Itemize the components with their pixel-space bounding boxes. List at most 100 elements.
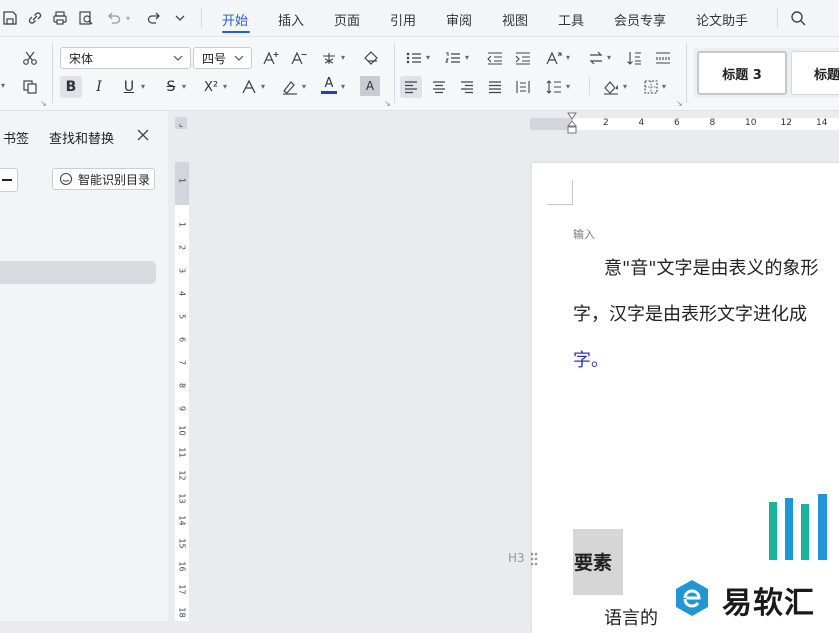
doc-paragraph-line[interactable]: 语言的 — [604, 604, 658, 630]
tab-view[interactable]: 视图 — [502, 10, 528, 29]
increase-font-size-icon[interactable] — [260, 47, 282, 69]
drag-handle-icon[interactable] — [529, 551, 539, 567]
numbering-dropdown-icon[interactable]: ▾ — [465, 53, 469, 62]
paragraph-launcher-icon[interactable]: ↘ — [676, 99, 683, 108]
distributed-align-button[interactable] — [512, 76, 534, 98]
tab-bookmarks[interactable]: 书签 — [3, 128, 29, 147]
increase-indent-icon[interactable] — [512, 47, 534, 69]
input-hint-label: 输入 — [573, 228, 595, 241]
text-direction-icon[interactable] — [543, 47, 565, 69]
vertical-ruler-tick: 9 — [177, 405, 187, 412]
copy-icon[interactable] — [19, 76, 41, 98]
sort-dropdown-icon[interactable]: ▾ — [607, 53, 611, 62]
doc-heading[interactable]: 要素 — [574, 548, 612, 575]
vertical-ruler-tick: 16 — [177, 561, 187, 572]
tab-home[interactable]: 开始 — [222, 10, 248, 29]
tab-review[interactable]: 审阅 — [446, 10, 472, 29]
undo-icon[interactable] — [104, 8, 124, 28]
borders-dropdown-icon[interactable]: ▾ — [662, 82, 666, 91]
shading-icon[interactable] — [600, 76, 622, 98]
tab-page[interactable]: 页面 — [334, 10, 360, 29]
font-name-value: 宋体 — [69, 51, 94, 66]
save-icon[interactable] — [0, 8, 20, 28]
doc-paragraph-line[interactable]: 字。 — [573, 346, 609, 372]
justify-button[interactable] — [484, 76, 506, 98]
undo-dropdown-icon[interactable]: ▾ — [126, 14, 130, 23]
font-color-button[interactable]: A — [318, 74, 340, 96]
text-direction-dropdown-icon[interactable]: ▾ — [566, 53, 570, 62]
chevron-down-icon — [234, 55, 244, 61]
align-center-button[interactable] — [428, 76, 450, 98]
phonetic-guide-icon[interactable] — [318, 47, 340, 69]
character-shading-button[interactable]: A — [360, 76, 380, 96]
align-right-button[interactable] — [456, 76, 478, 98]
style-heading3-label: 标题 3 — [722, 67, 762, 83]
style-heading-card[interactable]: 标题 — [791, 51, 839, 95]
underline-dropdown-icon[interactable]: ▾ — [141, 82, 145, 91]
tab-insert[interactable]: 插入 — [278, 10, 304, 29]
align-left-button[interactable] — [400, 76, 422, 98]
text-effect-icon[interactable] — [238, 76, 260, 98]
tab-find-replace[interactable]: 查找和替换 — [49, 128, 114, 147]
font-size-value: 四号 — [202, 51, 227, 66]
italic-button[interactable]: I — [88, 76, 110, 98]
smart-toc-icon — [59, 172, 73, 186]
paste-dropdown-icon[interactable]: ▾ — [1, 81, 5, 90]
strikethrough-button[interactable]: S — [160, 76, 182, 98]
underline-button[interactable]: U — [118, 76, 140, 98]
tab-member[interactable]: 会员专享 — [614, 10, 666, 29]
text-effect-dropdown-icon[interactable]: ▾ — [261, 82, 265, 91]
sort-icon[interactable] — [585, 47, 607, 69]
tab-stop-icon[interactable]: ⌞ — [175, 117, 187, 129]
collapse-button[interactable] — [0, 168, 18, 192]
horizontal-ruler-tick: 4 — [638, 118, 645, 128]
horizontal-ruler — [572, 118, 839, 130]
bullet-dropdown-icon[interactable]: ▾ — [426, 53, 430, 62]
decrease-indent-icon[interactable] — [484, 47, 506, 69]
cut-icon[interactable] — [19, 47, 41, 69]
superscript-dropdown-icon[interactable]: ▾ — [223, 82, 227, 91]
style-heading3-card[interactable]: 标题 3 — [697, 51, 787, 95]
bold-button[interactable]: B — [60, 76, 82, 98]
line-spacing-dropdown-icon[interactable]: ▾ — [566, 82, 570, 91]
ribbon-separator — [52, 43, 53, 103]
vertical-ruler-tick: 18 — [177, 607, 187, 618]
horizontal-ruler-tick: 8 — [709, 118, 716, 128]
tab-tools[interactable]: 工具 — [558, 10, 584, 29]
phonetic-dropdown-icon[interactable]: ▾ — [341, 53, 345, 62]
tab-paper-assistant[interactable]: 论文助手 — [696, 10, 748, 29]
borders-icon[interactable] — [640, 76, 662, 98]
highlight-dropdown-icon[interactable]: ▾ — [302, 82, 306, 91]
show-marks-icon[interactable] — [652, 47, 674, 69]
font-size-select[interactable]: 四号 — [193, 47, 252, 69]
doc-paragraph-line[interactable]: 字，汉字是由表形文字进化成 — [573, 300, 807, 326]
more-chevron-icon[interactable] — [170, 8, 190, 28]
close-icon[interactable] — [136, 128, 150, 142]
print-preview-icon[interactable] — [76, 8, 96, 28]
heading-level-marker: H3 — [508, 551, 525, 565]
strike-dropdown-icon[interactable]: ▾ — [182, 82, 186, 91]
numbered-list-icon[interactable] — [442, 47, 464, 69]
menu-separator — [777, 8, 778, 28]
doc-paragraph-line[interactable]: 意"音"文字是由表义的象形 — [604, 254, 819, 280]
font-name-select[interactable]: 宋体 — [60, 47, 191, 69]
nav-selected-item[interactable] — [0, 261, 156, 284]
bullet-list-icon[interactable] — [403, 47, 425, 69]
highlight-icon[interactable] — [279, 76, 301, 98]
redo-icon[interactable] — [144, 8, 164, 28]
share-icon[interactable] — [25, 8, 45, 28]
superscript-button[interactable]: X² — [200, 76, 222, 98]
clipboard-launcher-icon[interactable]: ↘ — [40, 99, 47, 108]
font-color-dropdown-icon[interactable]: ▾ — [341, 82, 345, 91]
search-icon[interactable] — [788, 8, 808, 28]
clear-format-icon[interactable] — [360, 47, 382, 69]
smart-toc-button[interactable]: 智能识别目录 — [52, 168, 155, 190]
line-spacing-icon[interactable] — [543, 76, 565, 98]
sort-asc-icon[interactable] — [624, 47, 646, 69]
font-launcher-icon[interactable]: ↘ — [384, 99, 391, 108]
print-icon[interactable] — [50, 8, 70, 28]
decrease-font-size-icon[interactable] — [288, 47, 310, 69]
indent-marker-icon[interactable] — [567, 112, 577, 141]
tab-references[interactable]: 引用 — [390, 10, 416, 29]
shading-dropdown-icon[interactable]: ▾ — [623, 82, 627, 91]
